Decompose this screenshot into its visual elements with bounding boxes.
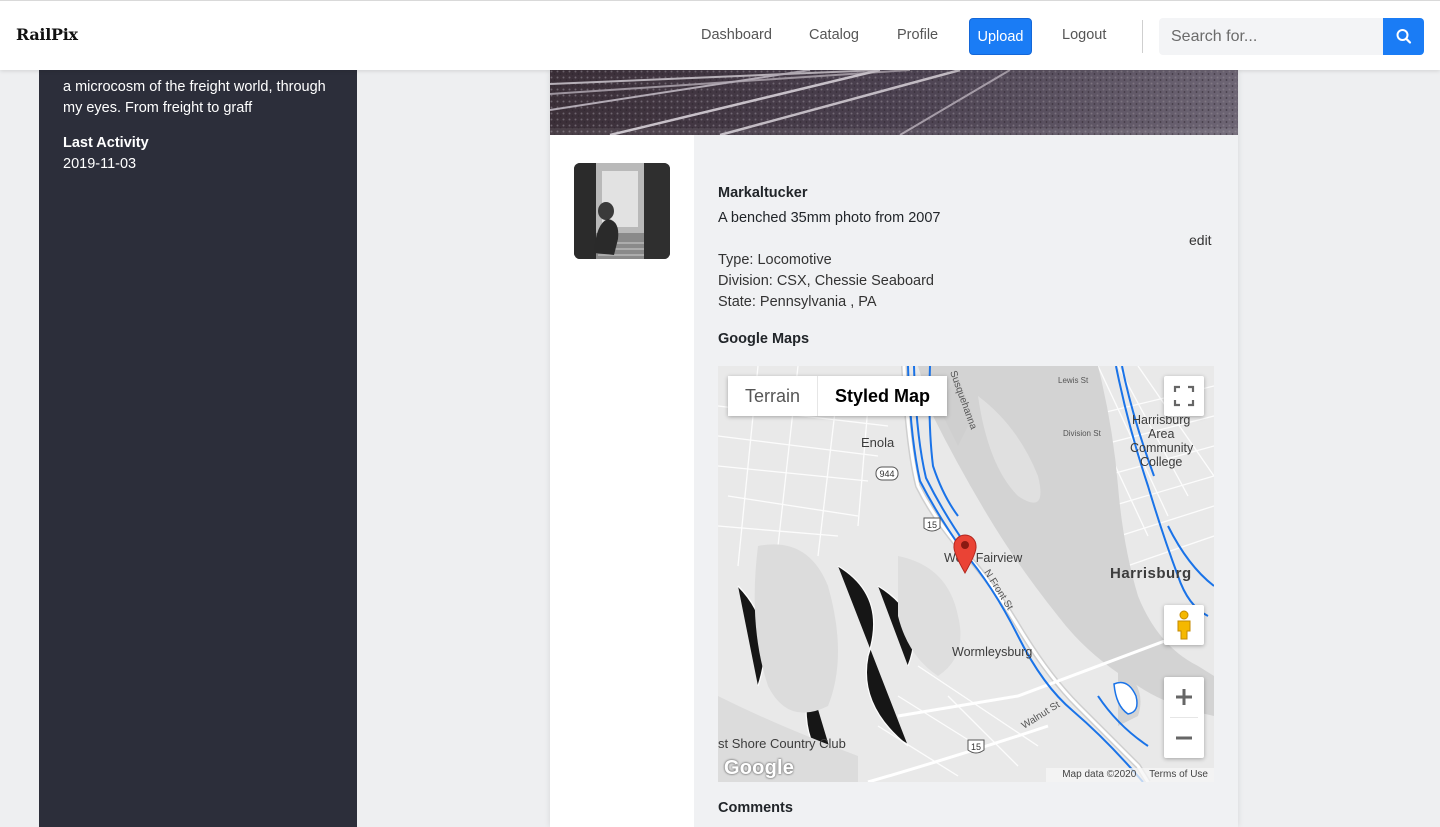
photo-thumbnail[interactable] — [574, 163, 670, 259]
zoom-out-button[interactable] — [1164, 718, 1204, 758]
google-map[interactable]: 944 15 15 Enola West Fairview Harrisburg… — [718, 366, 1214, 782]
brand-logo[interactable]: RailPix — [16, 25, 78, 44]
route-944-shield: 944 — [879, 469, 894, 479]
railroad-tracks-photo[interactable] — [550, 70, 1238, 135]
route-15-shield: 15 — [927, 520, 937, 530]
photo-type: Type: Locomotive — [718, 252, 832, 268]
thumbnail-column — [550, 135, 694, 827]
zoom-control — [1164, 677, 1204, 758]
pegman-icon — [1177, 610, 1191, 640]
map-label-division-st: Division St — [1063, 429, 1102, 438]
last-activity-label: Last Activity — [63, 135, 149, 151]
map-label-harrisburg: Harrisburg — [1110, 565, 1192, 582]
top-navbar: RailPix Dashboard Catalog Profile Upload… — [0, 0, 1440, 70]
fullscreen-button[interactable] — [1164, 376, 1204, 416]
profile-sidebar: a microcosm of the freight world, throug… — [39, 70, 357, 827]
fullscreen-icon — [1173, 385, 1195, 407]
nav-profile[interactable]: Profile — [897, 27, 938, 43]
last-activity-value: 2019-11-03 — [63, 156, 137, 172]
upload-button[interactable]: Upload — [969, 18, 1032, 55]
photo-state: State: Pennsylvania , PA — [718, 294, 877, 310]
minus-icon — [1176, 736, 1192, 740]
profile-bio: a microcosm of the freight world, throug… — [63, 79, 326, 116]
google-logo[interactable]: Google — [724, 757, 794, 780]
photo-card: Markaltucker A benched 35mm photo from 2… — [550, 70, 1238, 827]
route-15-shield-south: 15 — [971, 742, 981, 752]
plus-icon — [1176, 689, 1192, 705]
map-label-enola: Enola — [861, 435, 895, 450]
nav-dashboard[interactable]: Dashboard — [701, 27, 772, 43]
map-label-wormleysburg: Wormleysburg — [952, 645, 1032, 659]
map-label-country-club: st Shore Country Club — [718, 736, 846, 751]
map-footer: Map data ©2020 Terms of Use — [1046, 768, 1214, 782]
nav-logout[interactable]: Logout — [1062, 27, 1106, 43]
photo-author[interactable]: Markaltucker — [718, 185, 807, 201]
nav-catalog[interactable]: Catalog — [809, 27, 859, 43]
search-input[interactable] — [1159, 18, 1384, 55]
map-terms-link[interactable]: Terms of Use — [1149, 769, 1208, 780]
search-button[interactable] — [1383, 18, 1424, 55]
map-type-control: Terrain Styled Map — [728, 376, 948, 416]
zoom-in-button[interactable] — [1164, 677, 1204, 717]
street-view-button[interactable] — [1164, 605, 1204, 645]
map-label-hacc-4: College — [1140, 455, 1182, 469]
photo-caption: A benched 35mm photo from 2007 — [718, 210, 941, 226]
comments-heading: Comments — [718, 800, 793, 816]
photo-division: Division: CSX, Chessie Seaboard — [718, 273, 934, 289]
edit-link[interactable]: edit — [1189, 232, 1212, 248]
map-type-terrain[interactable]: Terrain — [728, 376, 819, 416]
google-maps-heading: Google Maps — [718, 331, 810, 347]
map-label-hacc-2: Area — [1148, 427, 1174, 441]
nav-divider — [1142, 20, 1143, 53]
search-icon — [1396, 29, 1412, 44]
map-attribution: Map data ©2020 — [1062, 769, 1137, 780]
map-type-styled[interactable]: Styled Map — [818, 376, 947, 416]
map-label-lewis-st: Lewis St — [1058, 376, 1089, 385]
map-label-hacc-3: Community — [1130, 441, 1194, 455]
